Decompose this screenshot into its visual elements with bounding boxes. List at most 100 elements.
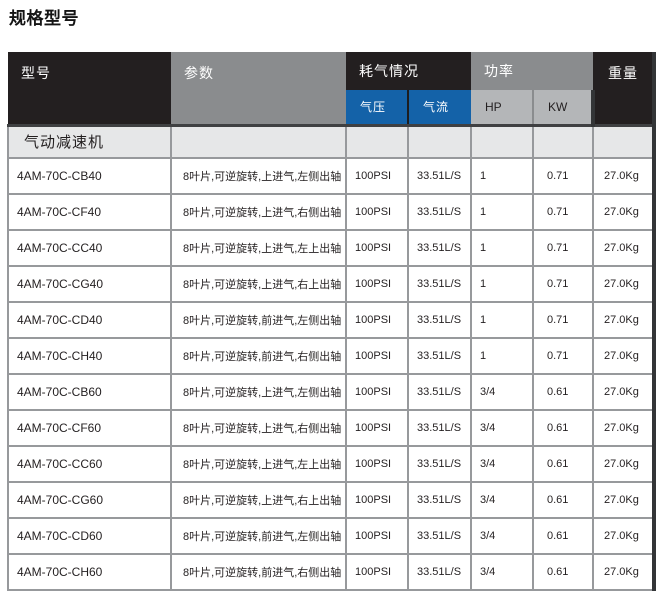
- pressure-cell: 100PSI: [346, 158, 408, 194]
- pressure-cell: 100PSI: [346, 302, 408, 338]
- flow-cell: 33.51L/S: [408, 374, 471, 410]
- hp-cell: 1: [471, 230, 533, 266]
- section-empty-cell: [593, 125, 654, 158]
- table-row: 4AM-70C-CC40 8叶片,可逆旋转,上进气,左上出轴 100PSI 33…: [8, 230, 654, 266]
- hp-cell: 1: [471, 158, 533, 194]
- flow-cell: 33.51L/S: [408, 302, 471, 338]
- kw-cell: 0.71: [533, 194, 593, 230]
- table-row: 4AM-70C-CB60 8叶片,可逆旋转,上进气,左侧出轴 100PSI 33…: [8, 374, 654, 410]
- model-cell: 4AM-70C-CG60: [8, 482, 171, 518]
- hp-cell: 3/4: [471, 554, 533, 590]
- model-cell: 4AM-70C-CG40: [8, 266, 171, 302]
- pressure-cell: 100PSI: [346, 338, 408, 374]
- table-body: 气动减速机 4AM-70C-CB40 8叶片,可逆旋转,上进气,左侧出轴 100…: [8, 125, 654, 590]
- pressure-cell: 100PSI: [346, 410, 408, 446]
- weight-cell: 27.0Kg: [593, 482, 654, 518]
- kw-cell: 0.71: [533, 302, 593, 338]
- section-empty-cell: [408, 125, 471, 158]
- section-row: 气动减速机: [8, 125, 654, 158]
- params-cell: 8叶片,可逆旋转,上进气,右上出轴: [171, 482, 346, 518]
- weight-cell: 27.0Kg: [593, 554, 654, 590]
- page-title: 规格型号: [9, 8, 659, 30]
- table-row: 4AM-70C-CC60 8叶片,可逆旋转,上进气,左上出轴 100PSI 33…: [8, 446, 654, 482]
- flow-cell: 33.51L/S: [408, 446, 471, 482]
- params-cell: 8叶片,可逆旋转,前进气,右侧出轴: [171, 338, 346, 374]
- table-row: 4AM-70C-CD40 8叶片,可逆旋转,前进气,左侧出轴 100PSI 33…: [8, 302, 654, 338]
- pressure-cell: 100PSI: [346, 374, 408, 410]
- params-cell: 8叶片,可逆旋转,上进气,右上出轴: [171, 266, 346, 302]
- flow-cell: 33.51L/S: [408, 338, 471, 374]
- kw-cell: 0.71: [533, 158, 593, 194]
- params-cell: 8叶片,可逆旋转,上进气,左上出轴: [171, 230, 346, 266]
- pressure-cell: 100PSI: [346, 554, 408, 590]
- params-cell: 8叶片,可逆旋转,上进气,左上出轴: [171, 446, 346, 482]
- hp-cell: 3/4: [471, 518, 533, 554]
- header-hp: HP: [471, 90, 533, 125]
- hp-cell: 3/4: [471, 374, 533, 410]
- model-cell: 4AM-70C-CD40: [8, 302, 171, 338]
- header-power: 功率: [471, 52, 593, 90]
- weight-cell: 27.0Kg: [593, 266, 654, 302]
- table-row: 4AM-70C-CG60 8叶片,可逆旋转,上进气,右上出轴 100PSI 33…: [8, 482, 654, 518]
- model-cell: 4AM-70C-CD60: [8, 518, 171, 554]
- table-row: 4AM-70C-CD60 8叶片,可逆旋转,前进气,左侧出轴 100PSI 33…: [8, 518, 654, 554]
- model-cell: 4AM-70C-CH60: [8, 554, 171, 590]
- header-kw: KW: [533, 90, 593, 125]
- params-cell: 8叶片,可逆旋转,上进气,右侧出轴: [171, 194, 346, 230]
- kw-cell: 0.71: [533, 230, 593, 266]
- table-row: 4AM-70C-CF40 8叶片,可逆旋转,上进气,右侧出轴 100PSI 33…: [8, 194, 654, 230]
- hp-cell: 3/4: [471, 410, 533, 446]
- weight-cell: 27.0Kg: [593, 374, 654, 410]
- section-label: 气动减速机: [8, 125, 171, 158]
- model-cell: 4AM-70C-CC40: [8, 230, 171, 266]
- model-cell: 4AM-70C-CB60: [8, 374, 171, 410]
- weight-cell: 27.0Kg: [593, 158, 654, 194]
- table-row: 4AM-70C-CH60 8叶片,可逆旋转,前进气,右侧出轴 100PSI 33…: [8, 554, 654, 590]
- flow-cell: 33.51L/S: [408, 230, 471, 266]
- flow-cell: 33.51L/S: [408, 518, 471, 554]
- pressure-cell: 100PSI: [346, 518, 408, 554]
- weight-cell: 27.0Kg: [593, 338, 654, 374]
- flow-cell: 33.51L/S: [408, 410, 471, 446]
- flow-cell: 33.51L/S: [408, 194, 471, 230]
- model-cell: 4AM-70C-CB40: [8, 158, 171, 194]
- kw-cell: 0.71: [533, 338, 593, 374]
- kw-cell: 0.61: [533, 410, 593, 446]
- pressure-cell: 100PSI: [346, 446, 408, 482]
- hp-cell: 1: [471, 302, 533, 338]
- hp-cell: 3/4: [471, 482, 533, 518]
- header-model: 型号: [8, 52, 171, 125]
- params-cell: 8叶片,可逆旋转,上进气,右侧出轴: [171, 410, 346, 446]
- header-air-consumption: 耗气情况: [346, 52, 471, 90]
- params-cell: 8叶片,可逆旋转,前进气,右侧出轴: [171, 554, 346, 590]
- table-row: 4AM-70C-CF60 8叶片,可逆旋转,上进气,右侧出轴 100PSI 33…: [8, 410, 654, 446]
- model-cell: 4AM-70C-CC60: [8, 446, 171, 482]
- model-cell: 4AM-70C-CF60: [8, 410, 171, 446]
- weight-cell: 27.0Kg: [593, 518, 654, 554]
- weight-cell: 27.0Kg: [593, 230, 654, 266]
- hp-cell: 1: [471, 266, 533, 302]
- model-cell: 4AM-70C-CH40: [8, 338, 171, 374]
- flow-cell: 33.51L/S: [408, 554, 471, 590]
- section-empty-cell: [533, 125, 593, 158]
- table-header: 型号 参数 耗气情况 功率 重量 气压 气流 HP KW: [8, 52, 654, 125]
- weight-cell: 27.0Kg: [593, 446, 654, 482]
- params-cell: 8叶片,可逆旋转,上进气,左侧出轴: [171, 374, 346, 410]
- pressure-cell: 100PSI: [346, 194, 408, 230]
- kw-cell: 0.61: [533, 374, 593, 410]
- table-row: 4AM-70C-CB40 8叶片,可逆旋转,上进气,左侧出轴 100PSI 33…: [8, 158, 654, 194]
- table-row: 4AM-70C-CH40 8叶片,可逆旋转,前进气,右侧出轴 100PSI 33…: [8, 338, 654, 374]
- params-cell: 8叶片,可逆旋转,前进气,左侧出轴: [171, 518, 346, 554]
- hp-cell: 3/4: [471, 446, 533, 482]
- header-row-1: 型号 参数 耗气情况 功率 重量: [8, 52, 654, 90]
- table-row: 4AM-70C-CG40 8叶片,可逆旋转,上进气,右上出轴 100PSI 33…: [8, 266, 654, 302]
- pressure-cell: 100PSI: [346, 266, 408, 302]
- flow-cell: 33.51L/S: [408, 482, 471, 518]
- kw-cell: 0.61: [533, 518, 593, 554]
- kw-cell: 0.71: [533, 266, 593, 302]
- header-air-pressure: 气压: [346, 90, 408, 125]
- header-weight: 重量: [593, 52, 654, 125]
- kw-cell: 0.61: [533, 446, 593, 482]
- header-air-flow: 气流: [408, 90, 471, 125]
- section-empty-cell: [346, 125, 408, 158]
